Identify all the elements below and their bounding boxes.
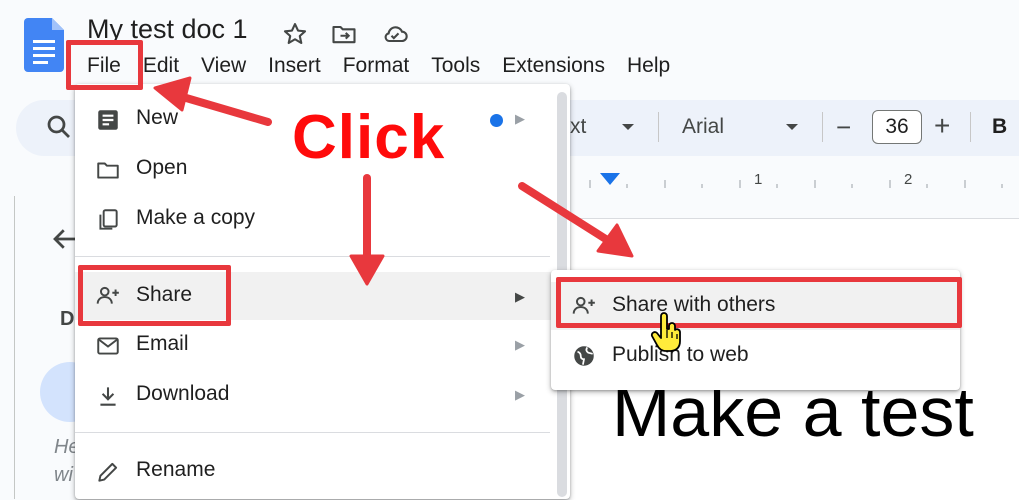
submenu-arrow-icon: ▶ — [515, 337, 525, 352]
style-select-label[interactable]: xt — [570, 115, 586, 139]
menu-help[interactable]: Help — [616, 52, 681, 82]
pencil-icon — [98, 462, 118, 482]
menu-item-make-a-copy[interactable]: Make a copy — [75, 196, 570, 242]
menu-divider — [75, 256, 550, 257]
copy-icon — [99, 209, 118, 230]
submenu-arrow-icon: ▶ — [515, 111, 525, 126]
menu-tools[interactable]: Tools — [420, 52, 491, 82]
email-icon — [97, 337, 119, 355]
bold-button[interactable]: B — [992, 115, 1007, 139]
ruler-mark: 2 — [904, 171, 913, 188]
globe-icon — [574, 346, 594, 366]
outline-hint: wi — [54, 464, 73, 486]
font-select-label[interactable]: Arial — [682, 115, 724, 139]
cloud-saved-icon[interactable] — [381, 20, 409, 48]
toolbar-divider — [658, 112, 659, 142]
annotation-box-share-with-others — [556, 277, 962, 328]
menu-item-download[interactable]: Download ▶ — [75, 372, 570, 418]
submenu-arrow-icon: ▶ — [515, 387, 525, 402]
move-folder-icon[interactable] — [330, 20, 358, 48]
indent-marker — [600, 173, 620, 185]
new-badge-dot — [490, 114, 503, 127]
vertical-ruler — [14, 196, 15, 499]
annotation-box-share — [78, 265, 231, 326]
menu-view[interactable]: View — [190, 52, 257, 82]
submenu-arrow-icon: ▶ — [515, 289, 525, 304]
menu-item-email[interactable]: Email ▶ — [75, 322, 570, 368]
menu-insert[interactable]: Insert — [257, 52, 332, 82]
toolbar-divider — [822, 112, 823, 142]
hand-cursor-icon — [650, 312, 681, 352]
horizontal-ruler[interactable] — [570, 166, 1019, 196]
docs-logo-icon[interactable] — [24, 18, 64, 72]
star-icon[interactable] — [281, 20, 309, 48]
font-size-input[interactable]: 36 — [872, 110, 922, 144]
submenu-item-publish-to-web[interactable]: Publish to web — [551, 332, 960, 380]
chevron-down-icon[interactable] — [620, 121, 636, 133]
folder-icon — [97, 162, 119, 179]
increase-font-size-button[interactable]: + — [934, 110, 950, 142]
menu-format[interactable]: Format — [332, 52, 421, 82]
menu-item-rename[interactable]: Rename — [75, 448, 570, 494]
new-doc-icon — [98, 110, 118, 130]
search-menus-icon[interactable] — [44, 112, 74, 142]
annotation-click-label: Click — [292, 103, 446, 172]
menu-extensions[interactable]: Extensions — [491, 52, 616, 82]
menu-bar: File Edit View Insert Format Tools Exten… — [76, 52, 681, 82]
chevron-down-icon[interactable] — [784, 121, 800, 133]
toolbar-divider — [970, 112, 971, 142]
ruler-mark: 1 — [754, 171, 763, 188]
annotation-box-file — [66, 40, 143, 90]
decrease-font-size-button[interactable]: − — [836, 112, 851, 143]
outline-heading: D — [60, 308, 75, 330]
menu-divider — [75, 432, 550, 433]
download-icon — [100, 387, 116, 406]
